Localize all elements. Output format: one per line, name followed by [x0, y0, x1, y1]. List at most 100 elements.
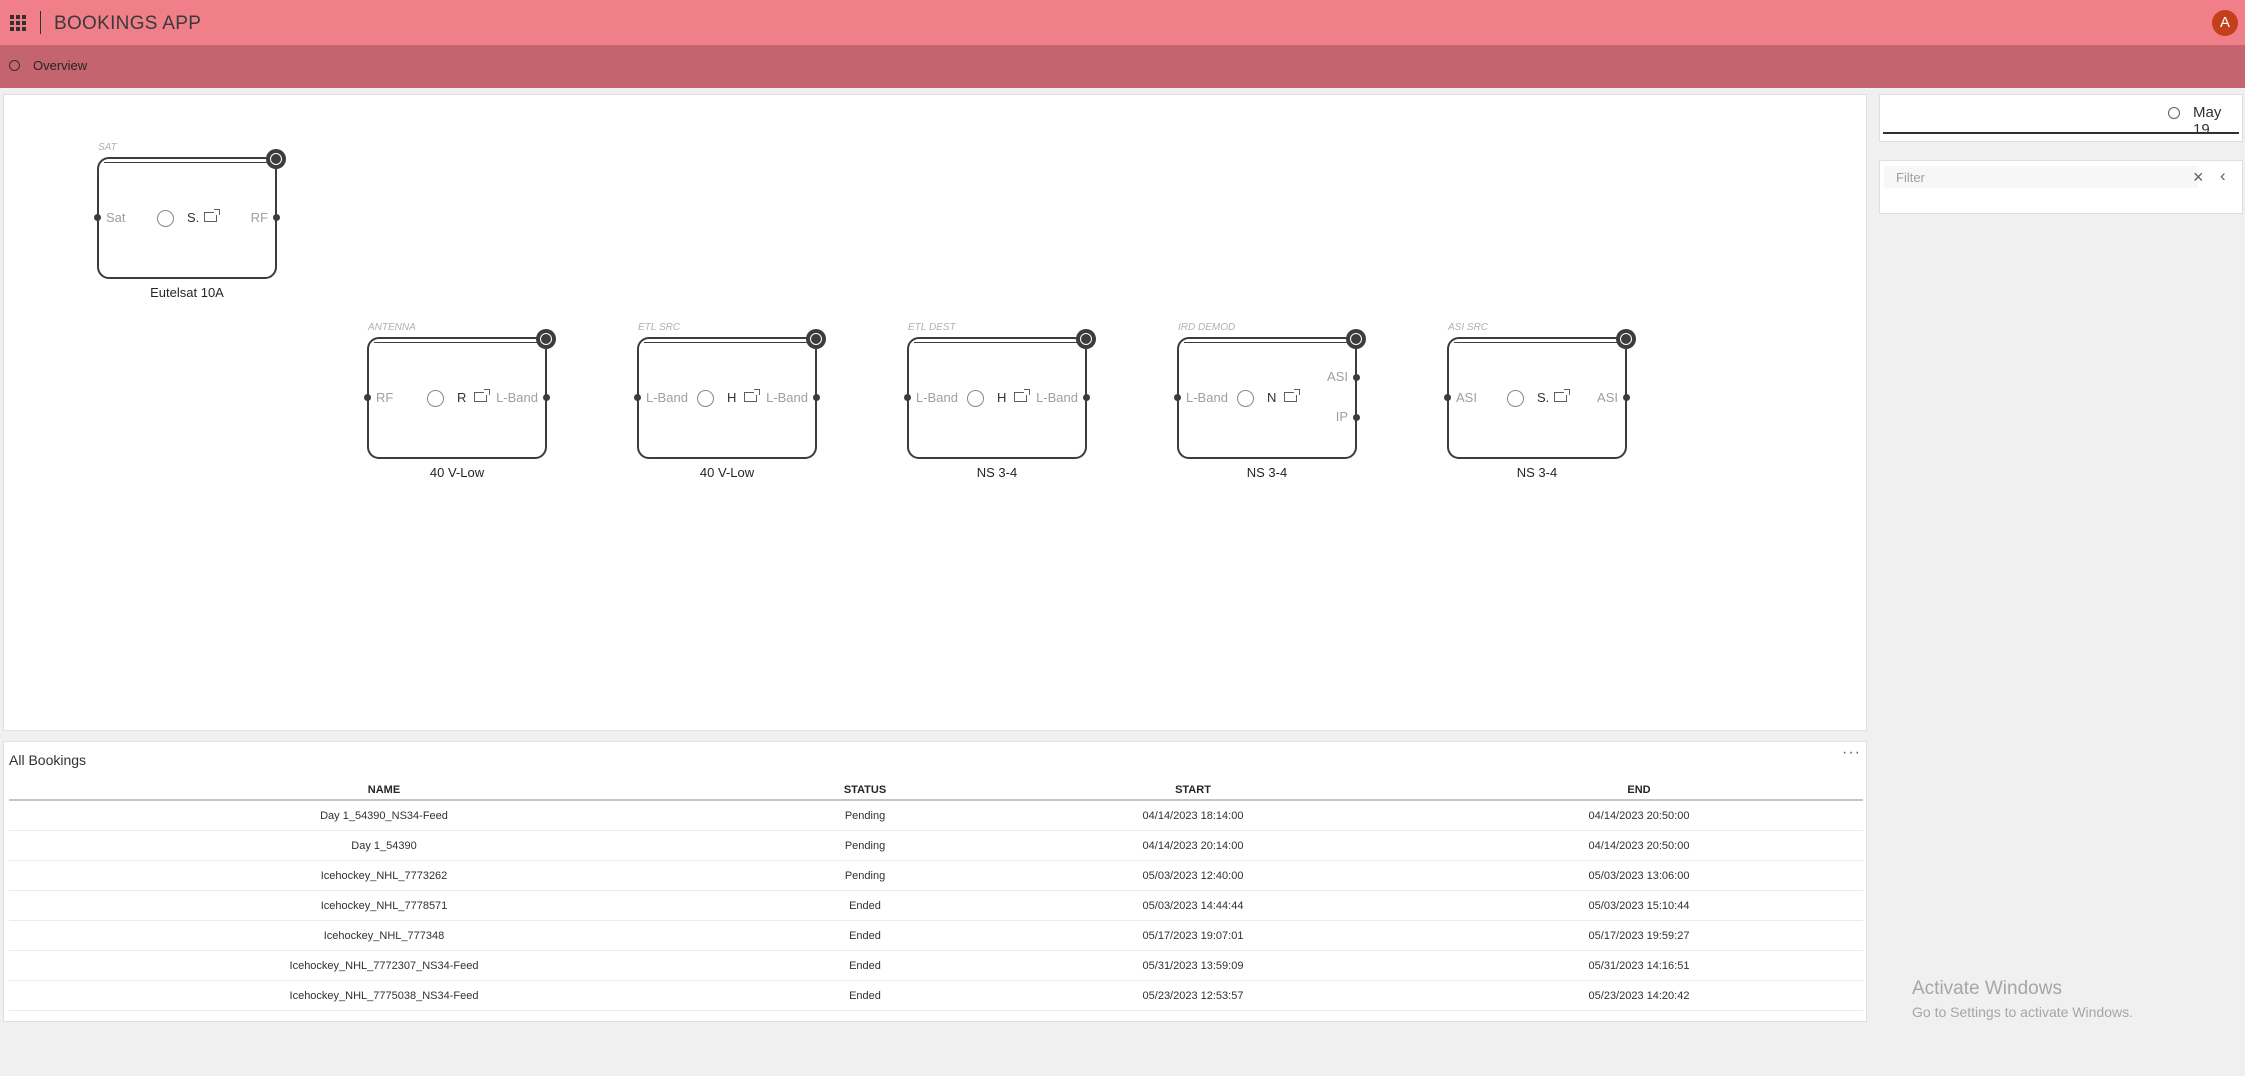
table-row[interactable]: Day 1_54390_NS34-Feed Pending 04/14/2023… [9, 800, 1863, 831]
open-external-icon[interactable] [1554, 389, 1570, 402]
node-source-label: S. [1537, 390, 1550, 405]
circle-icon [9, 60, 20, 71]
filter-input[interactable] [1884, 166, 2198, 188]
activate-windows-watermark: Activate Windows Go to Settings to activ… [1912, 978, 2133, 1020]
filter-panel: × ‹ [1879, 160, 2243, 214]
open-external-icon[interactable] [474, 389, 490, 402]
output-port-label: ASI [1597, 390, 1618, 405]
radio-icon[interactable] [967, 390, 984, 407]
cell-status: Ended [759, 950, 971, 981]
output-port-dot[interactable] [273, 214, 280, 221]
chevron-left-icon[interactable]: ‹ [2220, 167, 2226, 185]
node-name: NS 3-4 [1246, 465, 1288, 480]
info-icon[interactable] [1616, 329, 1636, 349]
node-name: 40 V-Low [699, 465, 755, 480]
cell-start: 05/03/2023 12:40:00 [971, 860, 1415, 891]
node-name: 40 V-Low [429, 465, 485, 480]
cell-status: Pending [759, 830, 971, 861]
table-row[interactable]: Icehockey_NHL_7773262 Pending 05/03/2023… [9, 860, 1863, 891]
open-external-icon[interactable] [1014, 389, 1030, 402]
cell-status: Ended [759, 920, 971, 951]
cell-name: Icehockey_NHL_7772307_NS34-Feed [9, 950, 759, 981]
node-source-label: N [1267, 390, 1277, 405]
flow-node-sat[interactable]: Sat S. RF [94, 149, 286, 279]
output-port-dot[interactable] [813, 394, 820, 401]
column-header-status[interactable]: STATUS [759, 780, 971, 801]
table-row[interactable]: Day 1_54390 Pending 04/14/2023 20:14:00 … [9, 830, 1863, 861]
info-icon[interactable] [1346, 329, 1366, 349]
radio-icon[interactable] [427, 390, 444, 407]
radio-icon[interactable] [157, 210, 174, 227]
table-row[interactable]: Icehockey_NHL_7772307_NS34-Feed Ended 05… [9, 950, 1863, 981]
node-source-label: H [997, 390, 1007, 405]
radio-icon[interactable] [1237, 390, 1254, 407]
cell-name: Day 1_54390_NS34-Feed [9, 800, 759, 831]
input-port-dot[interactable] [1444, 394, 1451, 401]
cell-status: Pending [759, 800, 971, 831]
output-port-dot[interactable] [1353, 374, 1360, 381]
input-port-label: L-Band [646, 390, 688, 405]
nav-bar [0, 45, 2245, 88]
table-header-row: NAME STATUS START END [9, 780, 1863, 801]
node-top-line [1184, 342, 1352, 343]
flow-node-etl-src[interactable]: L-Band H L-Band [634, 329, 826, 459]
node-name: NS 3-4 [976, 465, 1018, 480]
input-port-dot[interactable] [634, 394, 641, 401]
flow-node-etl-dest[interactable]: L-Band H L-Band [904, 329, 1096, 459]
node-top-line [644, 342, 812, 343]
radio-icon[interactable] [697, 390, 714, 407]
table-row[interactable]: Icehockey_NHL_7778571 Ended 05/03/2023 1… [9, 890, 1863, 921]
input-port-label: L-Band [1186, 390, 1228, 405]
info-icon[interactable] [536, 329, 556, 349]
flow-node-ird-demod[interactable]: L-Band N ASI IP [1174, 329, 1366, 459]
info-icon[interactable] [1076, 329, 1096, 349]
close-icon[interactable]: × [2193, 168, 2204, 186]
input-port-dot[interactable] [94, 214, 101, 221]
waffle-icon[interactable] [10, 15, 26, 31]
clock-icon [2168, 107, 2180, 119]
nav-item-overview[interactable]: Overview [33, 58, 87, 73]
watermark-title: Activate Windows [1912, 978, 2062, 999]
more-options-icon[interactable]: ··· [1842, 744, 1861, 762]
cell-start: 05/03/2023 14:44:44 [971, 890, 1415, 921]
column-header-start[interactable]: START [971, 780, 1415, 801]
table-row[interactable]: Icehockey_NHL_777348 Ended 05/17/2023 19… [9, 920, 1863, 951]
cell-start: 04/14/2023 20:14:00 [971, 830, 1415, 861]
output-port-dot[interactable] [1083, 394, 1090, 401]
input-port-label: L-Band [916, 390, 958, 405]
output-port-label: L-Band [496, 390, 538, 405]
bookings-title: All Bookings [9, 752, 87, 768]
output-port-dot[interactable] [1623, 394, 1630, 401]
radio-icon[interactable] [1507, 390, 1524, 407]
open-external-icon[interactable] [204, 209, 220, 222]
input-port-dot[interactable] [904, 394, 911, 401]
cell-end: 04/14/2023 20:50:00 [1415, 800, 1863, 831]
signal-flow-canvas[interactable]: SAT Sat S. RF Eutelsat 10A ANTENNA RF R … [3, 94, 1867, 731]
node-type-label: ASI SRC [1448, 322, 1489, 333]
output-port-label: L-Band [1036, 390, 1078, 405]
info-icon[interactable] [806, 329, 826, 349]
flow-node-asi-src[interactable]: ASI S. ASI [1444, 329, 1636, 459]
app-title: BOOKINGS APP [54, 13, 202, 34]
output-port-dot[interactable] [543, 394, 550, 401]
cell-end: 05/03/2023 15:10:44 [1415, 890, 1863, 921]
open-external-icon[interactable] [1284, 389, 1300, 402]
date-underline [1883, 132, 2239, 134]
node-name: Eutelsat 10A [150, 285, 224, 300]
info-icon[interactable] [266, 149, 286, 169]
avatar[interactable]: A [2212, 10, 2238, 36]
output-port-label-ip: IP [1335, 409, 1348, 424]
node-type-label: ETL SRC [638, 322, 681, 333]
cell-name: Icehockey_NHL_7775038_NS34-Feed [9, 980, 759, 1011]
column-header-end[interactable]: END [1415, 780, 1863, 801]
table-row[interactable]: Icehockey_NHL_7775038_NS34-Feed Ended 05… [9, 980, 1863, 1011]
cell-status: Ended [759, 890, 971, 921]
open-external-icon[interactable] [744, 389, 760, 402]
header-divider [40, 11, 41, 34]
input-port-dot[interactable] [1174, 394, 1181, 401]
flow-node-antenna[interactable]: RF R L-Band [364, 329, 556, 459]
node-source-label: S. [187, 210, 200, 225]
column-header-name[interactable]: NAME [9, 780, 759, 801]
input-port-dot[interactable] [364, 394, 371, 401]
output-port-dot-ip[interactable] [1353, 414, 1360, 421]
